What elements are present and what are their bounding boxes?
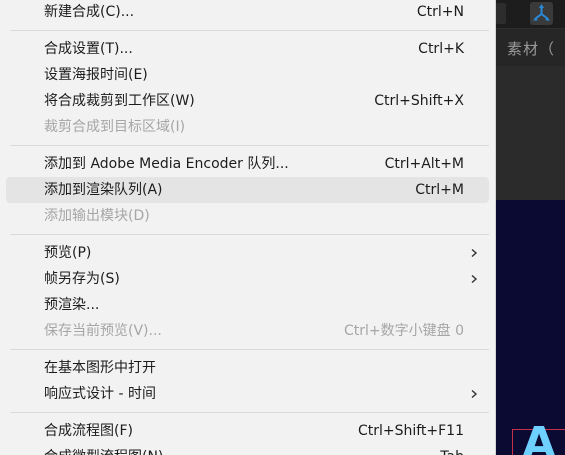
menu-item[interactable]: 帧另存为(S)	[6, 266, 489, 292]
3d-axis-icon	[530, 2, 553, 25]
project-panel-tab[interactable]: 素材（	[496, 28, 565, 67]
menu-item-shortcut: Ctrl+数字小键盘 0	[344, 323, 464, 339]
menu-item-label: 添加输出模块(D)	[44, 208, 150, 224]
menu-item-label: 预渲染...	[44, 297, 100, 313]
menu-item-shortcut: Ctrl+Alt+M	[384, 156, 464, 172]
menu-item[interactable]: 添加到渲染队列(A) Ctrl+M	[6, 177, 489, 203]
menu-item[interactable]: 设置海报时间(E)	[6, 62, 489, 88]
menu-item: 添加输出模块(D)	[6, 203, 489, 229]
background-app: 素材（ A	[496, 0, 565, 455]
menu-item[interactable]: 合成设置(T)... Ctrl+K	[6, 36, 489, 62]
toolbar-button-partial[interactable]	[496, 3, 506, 24]
composition-menu: 新建合成(C)... Ctrl+N 合成设置(T)... Ctrl+K 设置海报时间(E…	[0, 0, 496, 455]
chevron-right-icon	[470, 249, 478, 257]
menu-item-shortcut: Ctrl+Shift+F11	[357, 423, 464, 439]
composition-text-layer: A	[522, 418, 557, 455]
menu-item-shortcut: Tab	[440, 444, 464, 455]
3d-axis-tool-button[interactable]	[530, 2, 553, 25]
menu-item-label: 响应式设计 - 时间	[44, 386, 156, 402]
menu-item[interactable]: 将合成裁剪到工作区(W) Ctrl+Shift+X	[6, 88, 489, 114]
toolbar	[496, 0, 565, 28]
menu-item: 保存当前预览(V)... Ctrl+数字小键盘 0	[6, 318, 489, 344]
menu-item[interactable]: 合成微型流程图(N) Tab	[6, 444, 489, 455]
menu-separator	[10, 349, 489, 350]
menu-item-label: 添加到 Adobe Media Encoder 队列...	[44, 156, 289, 172]
menu-item[interactable]: 响应式设计 - 时间	[6, 381, 489, 407]
menu-item-label: 添加到渲染队列(A)	[44, 182, 163, 198]
panel-tab-label: 素材（	[507, 40, 556, 58]
menu-separator	[10, 234, 489, 235]
menu-separator	[10, 145, 489, 146]
menu-item[interactable]: 添加到 Adobe Media Encoder 队列... Ctrl+Alt+M	[6, 151, 489, 177]
menu-item-label: 将合成裁剪到工作区(W)	[44, 93, 195, 109]
menu-item-label: 预览(P)	[44, 245, 92, 261]
menu-item-label: 设置海报时间(E)	[44, 67, 148, 83]
menu-item-shortcut: Ctrl+N	[416, 4, 464, 20]
menu-separator	[10, 30, 489, 31]
screen: 素材（ A 新建合成(C)... Ctrl+N 合成设置(T)... Ctrl+K 设置…	[0, 0, 565, 455]
chevron-right-icon	[470, 390, 478, 398]
panel-area	[496, 66, 565, 200]
menu-item: 裁剪合成到目标区域(I)	[6, 114, 489, 140]
menu-item-shortcut: Ctrl+K	[418, 41, 464, 57]
menu-item[interactable]: 预渲染...	[6, 292, 489, 318]
menu-item[interactable]: 在基本图形中打开	[6, 355, 489, 381]
menu-separator	[10, 412, 489, 413]
menu-item-label: 保存当前预览(V)...	[44, 323, 162, 339]
menu-item[interactable]: 预览(P)	[6, 240, 489, 266]
menu-item-label: 合成微型流程图(N)	[44, 449, 163, 455]
menu-item[interactable]: 合成流程图(F) Ctrl+Shift+F11	[6, 418, 489, 444]
menu-item-label: 合成流程图(F)	[44, 423, 133, 439]
menu-item-shortcut: Ctrl+M	[415, 182, 464, 198]
menu-item-label: 在基本图形中打开	[44, 360, 156, 376]
chevron-right-icon	[470, 275, 478, 283]
menu-item-label: 新建合成(C)...	[44, 4, 135, 20]
composition-viewer[interactable]: A	[496, 200, 565, 455]
menu-item-shortcut: Ctrl+Shift+X	[374, 93, 464, 109]
menu-item-label: 裁剪合成到目标区域(I)	[44, 119, 186, 135]
menu-item-label: 合成设置(T)...	[44, 41, 133, 57]
menu-item-label: 帧另存为(S)	[44, 271, 120, 287]
menu-item[interactable]: 新建合成(C)... Ctrl+N	[6, 0, 489, 25]
